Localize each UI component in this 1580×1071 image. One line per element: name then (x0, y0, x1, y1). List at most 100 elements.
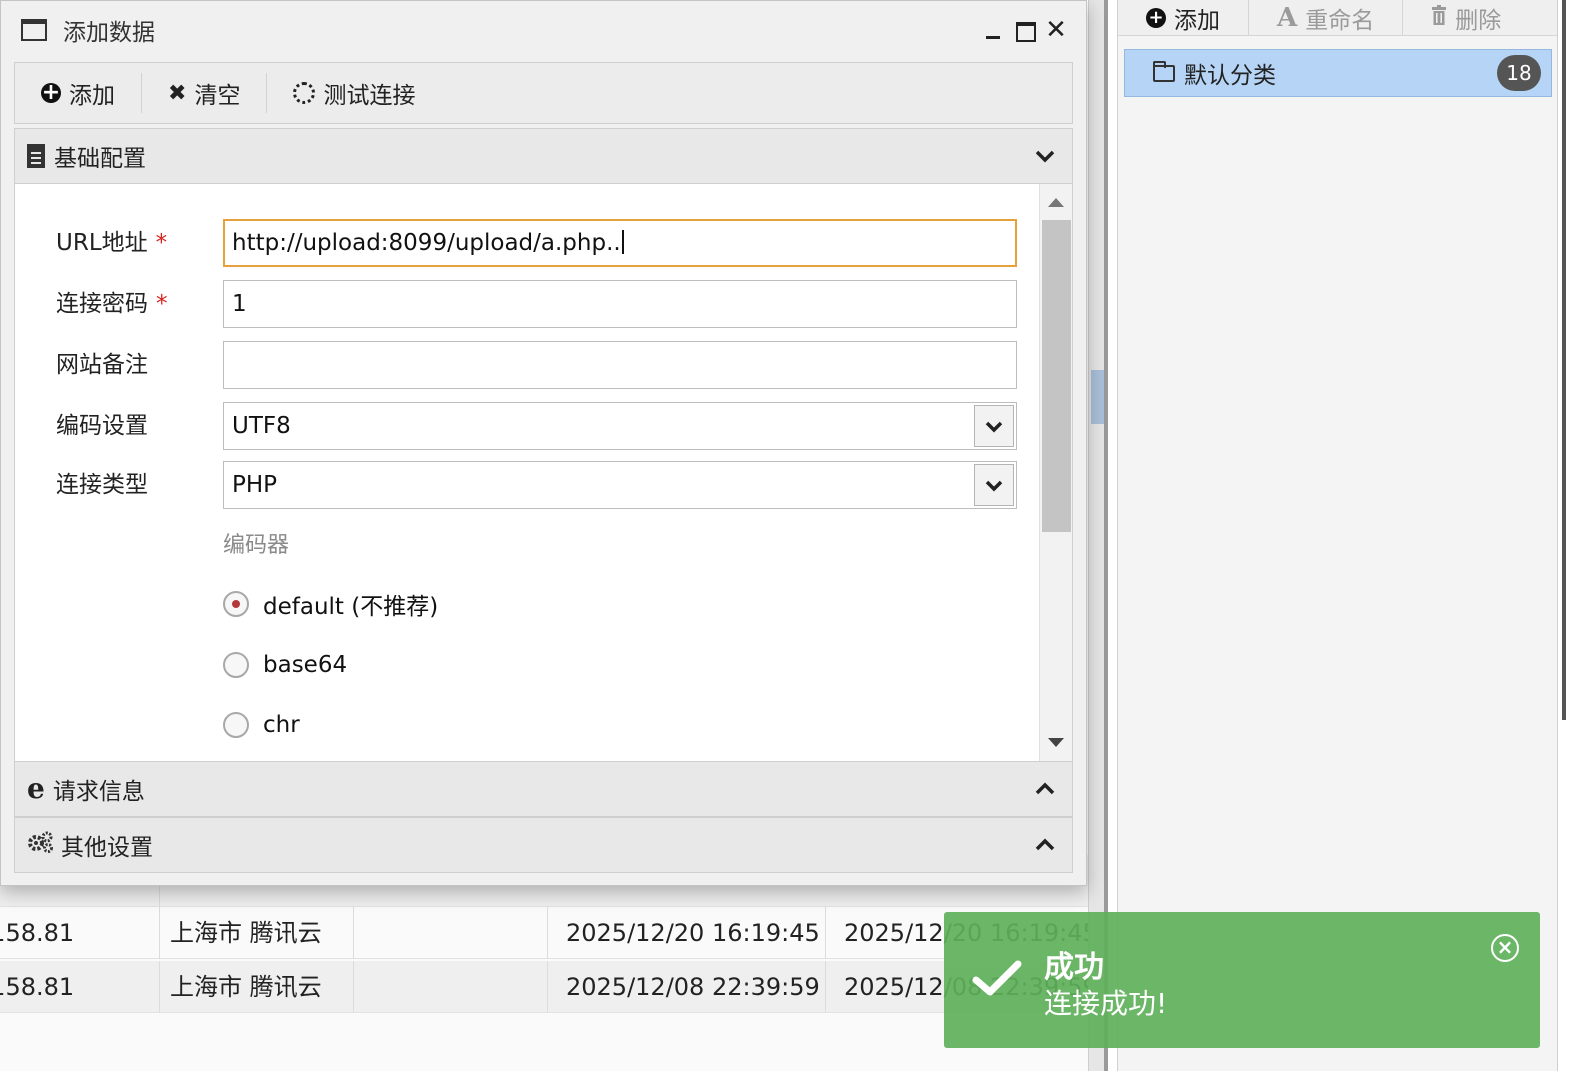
gears-icon (27, 831, 53, 859)
form-scrollbar[interactable] (1039, 184, 1072, 761)
table-row[interactable]: 23.158.81 上海市 腾讯云 2025/12/20 16:19:45 20… (0, 907, 1108, 959)
category-toolbar: + 添加 A 重命名 删除 (1118, 0, 1558, 36)
type-label: 连接类型 (56, 472, 148, 498)
maximize-button[interactable] (1012, 17, 1038, 43)
dialog-title: 添加数据 (63, 20, 155, 46)
count-badge: 18 (1497, 55, 1541, 91)
category-panel: + 添加 A 重命名 删除 默认分类 18 (1117, 0, 1558, 1071)
toast-close-button[interactable]: × (1491, 934, 1519, 962)
table-cell-ip: 23.158.81 (0, 961, 160, 1013)
chevron-up-icon (1035, 782, 1055, 795)
section-other-title: 其他设置 (61, 835, 153, 861)
table-row[interactable]: 23.158.81 上海市 腾讯云 2025/12/08 22:39:59 20… (0, 961, 1108, 1013)
required-mark: * (156, 291, 168, 317)
chevron-down-icon (1035, 150, 1055, 163)
type-select-value: PHP (232, 472, 278, 498)
clear-button-label: 清空 (194, 83, 241, 109)
folder-icon (1153, 60, 1175, 82)
scroll-down-arrow-icon[interactable] (1048, 738, 1064, 747)
add-button-label: 添加 (69, 83, 115, 109)
encoding-dropdown-button[interactable] (974, 405, 1014, 447)
clear-button[interactable]: ✖ 清空 (142, 73, 268, 113)
category-delete-button[interactable]: 删除 (1403, 0, 1529, 36)
table-cell-created: 2025/12/20 16:19:45 (548, 907, 826, 959)
required-mark: * (155, 230, 168, 256)
category-add-label: 添加 (1174, 7, 1220, 34)
text-caret (621, 230, 624, 254)
splitter[interactable] (1104, 0, 1108, 1071)
font-icon: A (1277, 2, 1298, 33)
radio-unchecked[interactable] (223, 652, 249, 678)
category-rename-button[interactable]: A 重命名 (1249, 0, 1404, 36)
encoding-select-value: UTF8 (232, 413, 291, 439)
note-label: 网站备注 (56, 352, 148, 378)
right-edge-scrollbar[interactable] (1562, 0, 1566, 720)
encoder-title: 编码器 (223, 533, 290, 558)
toast-title: 成功 (1044, 950, 1104, 985)
password-input-value: 1 (232, 291, 247, 317)
chevron-down-icon (985, 421, 1003, 433)
plus-circle-icon: + (1146, 7, 1166, 28)
section-basic-config[interactable]: 基础配置 (14, 128, 1073, 184)
file-text-icon (27, 144, 45, 168)
chevron-up-icon (1035, 838, 1055, 851)
url-input-value: http://upload:8099/upload/a.php.. (232, 230, 621, 256)
data-table: … 23.158.81 上海市 腾讯云 2025/12/20 16:19:45 … (0, 855, 1108, 1071)
scroll-up-arrow-icon[interactable] (1048, 198, 1064, 207)
table-cell-blank (354, 961, 548, 1013)
type-dropdown-button[interactable] (974, 464, 1014, 506)
plus-circle-icon: + (41, 80, 61, 105)
radio-checked[interactable] (223, 591, 249, 617)
edge-icon: e (27, 772, 45, 805)
add-button[interactable]: + 添加 (15, 73, 142, 113)
encoder-option-chr[interactable]: chr (223, 705, 300, 745)
section-request-title: 请求信息 (52, 779, 145, 805)
table-cell-location: 上海市 腾讯云 (160, 961, 354, 1013)
spinner-icon (293, 82, 316, 104)
test-connection-label: 测试连接 (323, 83, 416, 109)
encoder-option-label: chr (263, 712, 300, 738)
table-cell-created: 2025/12/08 22:39:59 (548, 961, 826, 1013)
encoding-select[interactable]: UTF8 (223, 402, 1017, 450)
table-cell-location: 上海市 腾讯云 (160, 907, 354, 959)
encoder-option-base64[interactable]: base64 (223, 645, 347, 685)
scrollbar-thumb[interactable] (1042, 220, 1071, 532)
window-icon (21, 19, 47, 41)
category-rename-label: 重命名 (1305, 7, 1375, 34)
url-label: URL地址 * (56, 230, 168, 256)
trash-icon (1431, 4, 1447, 31)
test-connection-button[interactable]: 测试连接 (267, 73, 441, 113)
password-label: 连接密码 * (56, 291, 168, 317)
table-cell-ip: 23.158.81 (0, 907, 160, 959)
dialog-titlebar[interactable]: 添加数据 ✕ (1, 1, 1086, 59)
category-add-button[interactable]: + 添加 (1118, 0, 1249, 36)
url-input[interactable]: http://upload:8099/upload/a.php.. (223, 219, 1017, 267)
section-other-settings[interactable]: 其他设置 (14, 817, 1073, 873)
table-cell-blank (354, 907, 548, 959)
type-select[interactable]: PHP (223, 461, 1017, 509)
category-delete-label: 删除 (1455, 7, 1502, 34)
radio-unchecked[interactable] (223, 712, 249, 738)
minimize-button[interactable] (981, 17, 1007, 43)
dialog-toolbar: + 添加 ✖ 清空 测试连接 (14, 62, 1073, 124)
category-item-default[interactable]: 默认分类 18 (1124, 49, 1552, 97)
add-data-dialog: 添加数据 ✕ + 添加 ✖ 清空 测试连接 基础配置 URL地址 * http:/… (0, 0, 1087, 886)
chevron-down-icon (985, 480, 1003, 492)
encoder-option-label: default (不推荐) (263, 594, 439, 620)
section-request-info[interactable]: e 请求信息 (14, 761, 1073, 817)
password-input[interactable]: 1 (223, 280, 1017, 328)
x-icon: ✖ (168, 80, 187, 106)
table-scrollbar-thumb[interactable] (1091, 370, 1105, 424)
encoder-option-default[interactable]: default (不推荐) (223, 584, 438, 624)
basic-config-form: URL地址 * http://upload:8099/upload/a.php..… (14, 184, 1073, 761)
note-input[interactable] (223, 341, 1017, 389)
check-icon (972, 960, 1022, 996)
encoder-option-label: base64 (263, 652, 348, 678)
right-edge (1557, 0, 1580, 1071)
section-basic-title: 基础配置 (54, 146, 146, 172)
close-button[interactable]: ✕ (1043, 17, 1069, 43)
success-toast: 成功 连接成功! × (944, 912, 1540, 1048)
category-item-label: 默认分类 (1184, 63, 1276, 89)
encoding-label: 编码设置 (56, 413, 148, 439)
toast-message: 连接成功! (1044, 987, 1168, 1020)
